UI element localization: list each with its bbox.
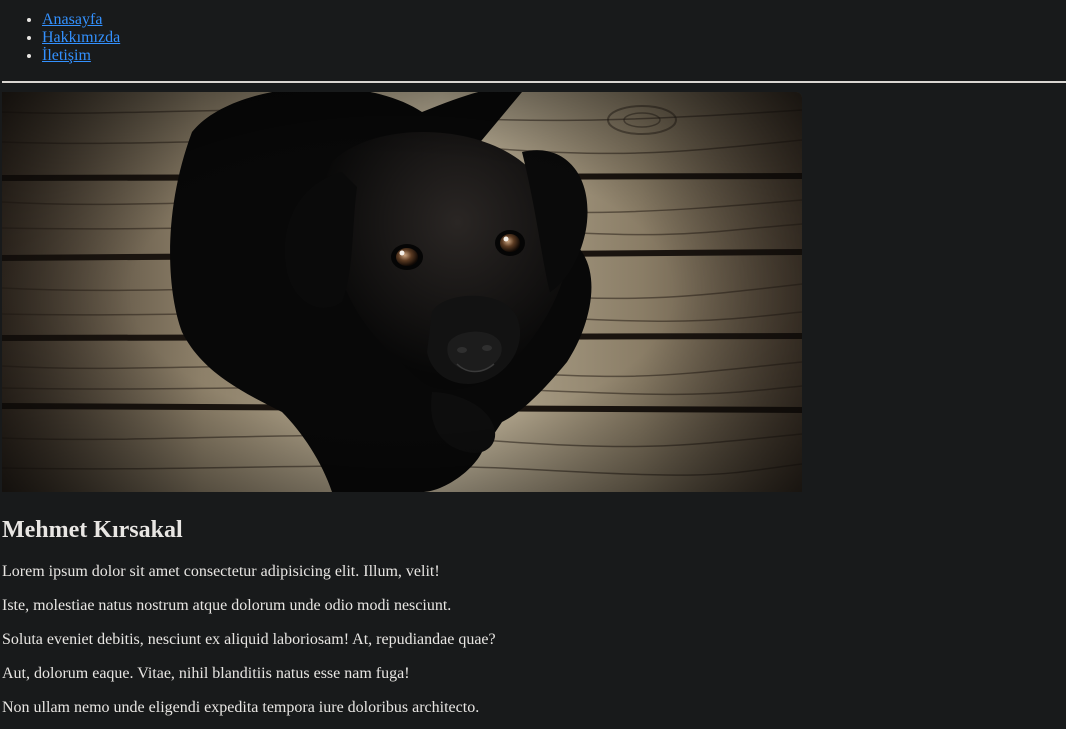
puppy-photo [2, 92, 802, 492]
profile-paragraph: Lorem ipsum dolor sit amet consectetur a… [2, 563, 440, 580]
nav-list: Anasayfa Hakkımızda İletişim [42, 11, 120, 65]
profile-name: Mehmet Kırsakal [2, 517, 183, 543]
profile-paragraph: Iste, molestiae natus nostrum atque dolo… [2, 597, 452, 614]
nav-item-contact: İletişim [42, 47, 120, 65]
nav-item-about: Hakkımızda [42, 29, 120, 47]
nav-item-home: Anasayfa [42, 11, 120, 29]
profile-paragraph: Aut, dolorum eaque. Vitae, nihil blandit… [2, 665, 410, 682]
profile-paragraph: Non ullam nemo unde eligendi expedita te… [2, 699, 480, 716]
profile-paragraph: Soluta eveniet debitis, nesciunt ex aliq… [2, 631, 496, 648]
divider [2, 81, 1066, 83]
nav-link-contact[interactable]: İletişim [42, 47, 91, 64]
nav-link-home[interactable]: Anasayfa [42, 11, 102, 28]
nav-link-about[interactable]: Hakkımızda [42, 29, 120, 46]
hero-image [2, 92, 802, 492]
page: Anasayfa Hakkımızda İletişim [0, 0, 1066, 729]
